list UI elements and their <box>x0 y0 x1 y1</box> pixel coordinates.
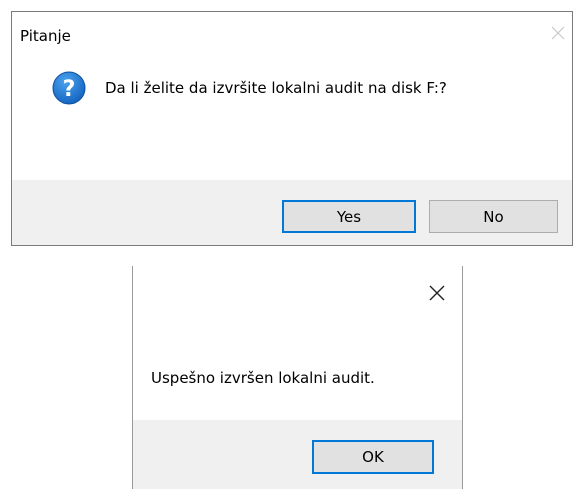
dialog-footer: Yes No <box>12 180 572 245</box>
ok-button[interactable]: OK <box>312 440 434 474</box>
close-icon[interactable] <box>546 21 570 45</box>
dialog-footer: OK <box>133 420 462 489</box>
result-message: Uspešno izvršen lokalni audit. <box>151 369 375 387</box>
no-button[interactable]: No <box>429 200 558 233</box>
result-dialog: Uspešno izvršen lokalni audit. OK <box>132 266 463 489</box>
title-bar: Pitanje <box>12 12 572 52</box>
svg-text:?: ? <box>63 77 76 102</box>
yes-button[interactable]: Yes <box>282 200 416 233</box>
dialog-message: Da li želite da izvršite lokalni audit n… <box>105 79 447 97</box>
question-icon: ? <box>52 71 86 105</box>
dialog-body <box>12 52 572 180</box>
close-icon[interactable] <box>426 282 448 304</box>
question-dialog: Pitanje ? Da li želite da izvršite lokal… <box>11 11 573 246</box>
dialog-title: Pitanje <box>20 27 71 45</box>
